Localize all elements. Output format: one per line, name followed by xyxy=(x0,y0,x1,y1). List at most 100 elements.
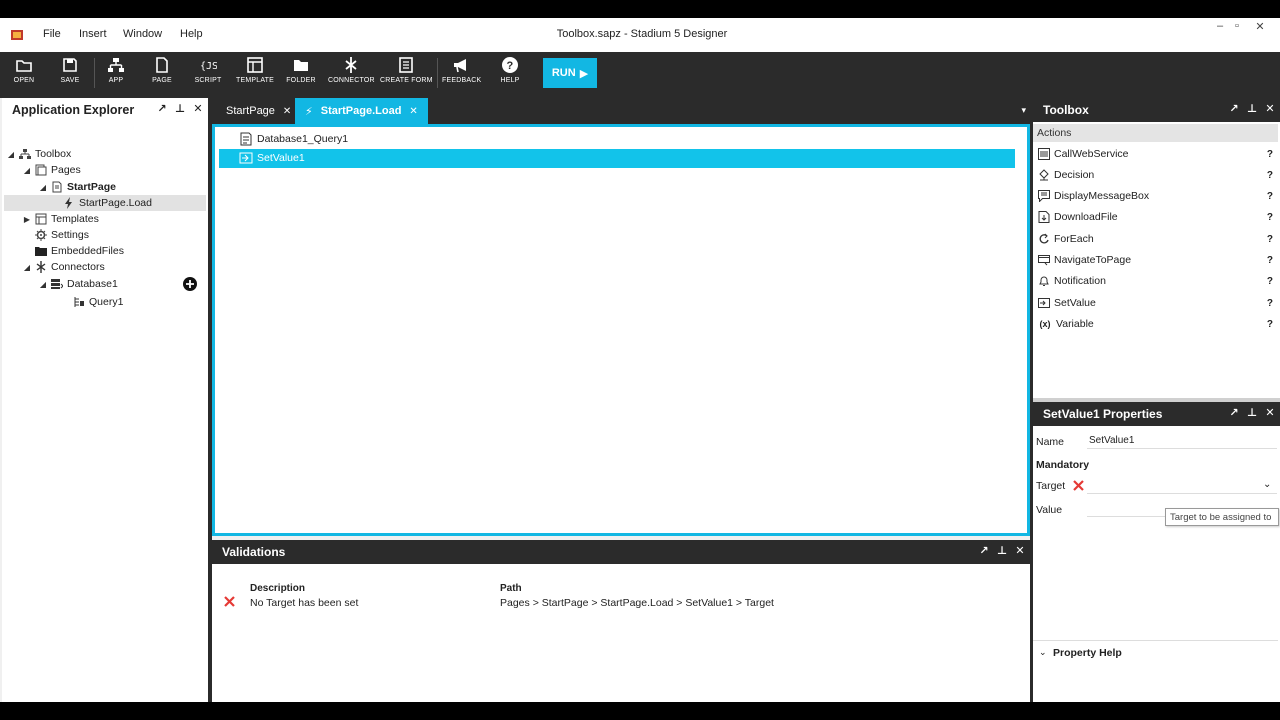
create-form-button[interactable]: CREATE FORM xyxy=(380,52,432,94)
expanded-arrow-icon[interactable]: ◢ xyxy=(6,150,16,159)
chevron-down-icon[interactable]: ⌄ xyxy=(1039,647,1047,658)
help-mark-icon[interactable]: ? xyxy=(1267,234,1273,245)
toolbox-item-decision[interactable]: Decision ? xyxy=(1037,165,1273,185)
action-item-selected[interactable]: SetValue1 xyxy=(219,149,1015,168)
form-icon xyxy=(399,57,413,73)
tab-overflow-icon[interactable]: ▾ xyxy=(1021,105,1026,116)
mandatory-section-label: Mandatory xyxy=(1036,459,1090,471)
script-button[interactable]: {JS} SCRIPT xyxy=(192,52,224,94)
column-header-path: Path xyxy=(500,583,522,594)
application-explorer-panel: Application Explorer ↗ ⊥ ✕ ◢ Toolbox ◢ P… xyxy=(2,98,208,702)
close-window-icon[interactable]: ✕ xyxy=(1252,20,1268,33)
folder-button[interactable]: FOLDER xyxy=(284,52,318,94)
help-mark-icon[interactable]: ? xyxy=(1267,191,1273,202)
tree-label: StartPage.Load xyxy=(79,197,152,209)
expanded-arrow-icon[interactable]: ◢ xyxy=(22,166,32,175)
variable-icon: (x) xyxy=(1039,319,1051,329)
page-button[interactable]: PAGE xyxy=(146,52,178,94)
minimize-icon[interactable]: – xyxy=(1212,20,1228,32)
tab-label: StartPage.Load xyxy=(320,105,402,117)
target-dropdown[interactable] xyxy=(1087,478,1277,494)
download-icon xyxy=(1037,210,1051,224)
float-icon[interactable]: ↗ xyxy=(978,544,990,558)
close-icon[interactable]: ✕ xyxy=(1264,102,1276,116)
name-field[interactable]: SetValue1 xyxy=(1087,433,1277,449)
toolbox-item-downloadfile[interactable]: DownloadFile ? xyxy=(1037,207,1273,227)
designer-window: File Insert Window Help Toolbox.sapz - S… xyxy=(0,18,1280,702)
help-button[interactable]: ? HELP xyxy=(494,52,526,94)
expanded-arrow-icon[interactable]: ◢ xyxy=(22,263,32,272)
toolbox-item-foreach[interactable]: ForEach ? xyxy=(1037,229,1273,249)
expanded-arrow-icon[interactable]: ◢ xyxy=(38,183,48,192)
help-mark-icon[interactable]: ? xyxy=(1267,298,1273,309)
tree-item-connectors[interactable]: ◢ Connectors xyxy=(22,259,105,275)
feedback-button[interactable]: FEEDBACK xyxy=(442,52,481,94)
close-tab-icon[interactable]: ✕ xyxy=(409,106,417,117)
toolbox-item-label: CallWebService xyxy=(1054,148,1129,160)
event-handler-canvas[interactable]: Database1_Query1 SetValue1 xyxy=(212,124,1030,536)
toolbox-item-callwebservice[interactable]: CallWebService ? xyxy=(1037,144,1273,164)
chevron-down-icon[interactable]: ⌄ xyxy=(1263,479,1271,490)
run-button[interactable]: RUN ▶ xyxy=(543,58,597,88)
property-help-header[interactable]: Property Help xyxy=(1053,647,1122,659)
close-icon[interactable]: ✕ xyxy=(1014,544,1026,558)
connector-button[interactable]: CONNECTOR xyxy=(328,52,375,94)
target-tooltip: Target to be assigned to xyxy=(1165,508,1279,526)
tree-item-pages[interactable]: ◢ Pages xyxy=(22,162,81,178)
tab-startpage-load[interactable]: ⚡ StartPage.Load ✕ xyxy=(295,98,428,124)
close-icon[interactable]: ✕ xyxy=(192,102,204,116)
validation-description[interactable]: No Target has been set xyxy=(250,597,358,609)
tree-item-settings[interactable]: Settings xyxy=(32,227,89,243)
action-item[interactable]: Database1_Query1 xyxy=(219,130,1015,149)
add-circle-icon[interactable] xyxy=(183,277,197,291)
pin-icon[interactable]: ⊥ xyxy=(1246,102,1258,116)
maximize-icon[interactable]: ▫ xyxy=(1229,20,1245,32)
toolbox-item-navigatetopage[interactable]: NavigateToPage ? xyxy=(1037,250,1273,270)
float-icon[interactable]: ↗ xyxy=(156,102,168,116)
help-mark-icon[interactable]: ? xyxy=(1267,212,1273,223)
validation-path[interactable]: Pages > StartPage > StartPage.Load > Set… xyxy=(500,597,774,609)
toolbox-title: Toolbox xyxy=(1043,103,1089,117)
open-button[interactable]: OPEN xyxy=(8,52,40,94)
float-icon[interactable]: ↗ xyxy=(1228,102,1240,116)
template-button[interactable]: TEMPLATE xyxy=(236,52,274,94)
help-mark-icon[interactable]: ? xyxy=(1267,319,1273,330)
save-button[interactable]: SAVE xyxy=(54,52,86,94)
help-mark-icon[interactable]: ? xyxy=(1267,255,1273,266)
tree-item-database1[interactable]: ◢ Database1 xyxy=(38,276,118,292)
close-icon[interactable]: ✕ xyxy=(1264,406,1276,420)
toolbox-item-displaymessagebox[interactable]: DisplayMessageBox ? xyxy=(1037,186,1273,206)
error-icon xyxy=(224,596,235,607)
tree-item-embeddedfiles[interactable]: EmbeddedFiles xyxy=(32,243,124,259)
collapsed-arrow-icon[interactable]: ▶ xyxy=(22,215,32,224)
expanded-arrow-icon[interactable]: ◢ xyxy=(38,280,48,289)
tree-item-startpage[interactable]: ◢ StartPage xyxy=(38,179,116,195)
decision-icon xyxy=(1037,168,1051,182)
value-field[interactable] xyxy=(1087,501,1167,517)
toolbox-item-setvalue[interactable]: SetValue ? xyxy=(1037,293,1273,313)
help-mark-icon[interactable]: ? xyxy=(1267,149,1273,160)
tree-item-query1[interactable]: Query1 xyxy=(70,294,123,310)
tree-item-startpage-load[interactable]: StartPage.Load xyxy=(60,195,152,211)
app-button[interactable]: APP xyxy=(100,52,132,94)
float-icon[interactable]: ↗ xyxy=(1228,406,1240,420)
save-icon xyxy=(63,58,77,72)
close-tab-icon[interactable]: ✕ xyxy=(283,106,291,117)
tab-startpage[interactable]: StartPage ✕ xyxy=(216,98,301,124)
help-mark-icon[interactable]: ? xyxy=(1267,170,1273,181)
validations-header: Validations ↗ ⊥ ✕ xyxy=(212,540,1030,564)
pin-icon[interactable]: ⊥ xyxy=(1246,406,1258,420)
toolbox-item-label: Variable xyxy=(1056,318,1094,330)
toolbox-item-notification[interactable]: Notification ? xyxy=(1037,271,1273,291)
toolbox-item-variable[interactable]: (x) Variable ? xyxy=(1037,314,1274,334)
bell-icon xyxy=(1037,274,1051,288)
help-glyph: ? xyxy=(507,60,514,72)
tree-item-templates[interactable]: ▶ Templates xyxy=(22,211,99,227)
pin-icon[interactable]: ⊥ xyxy=(174,102,186,116)
help-mark-icon[interactable]: ? xyxy=(1267,276,1273,287)
pin-icon[interactable]: ⊥ xyxy=(996,544,1008,558)
tree-item-toolbox[interactable]: ◢ Toolbox xyxy=(6,146,71,162)
gear-icon xyxy=(34,228,48,242)
toolbox-group-actions[interactable]: Actions xyxy=(1033,124,1278,142)
tree-label: Templates xyxy=(51,213,99,225)
